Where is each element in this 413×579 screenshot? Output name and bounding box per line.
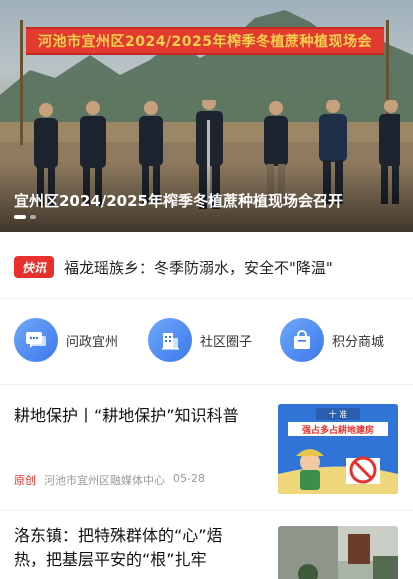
news-flash[interactable]: 快讯 福龙瑶族乡：冬季防溺水，安全不"降温" — [14, 256, 333, 278]
hero-caption[interactable]: 宜州区2024/2025年榨季冬植蔗种植现场会召开 — [14, 190, 343, 211]
hero-carousel[interactable]: 河池市宜州区2024/2025年榨季冬植蔗种植现场会 宜州区2024/2025年… — [0, 0, 413, 232]
shopping-bag-icon — [280, 318, 324, 362]
divider — [0, 510, 413, 511]
event-banner: 河池市宜州区2024/2025年榨季冬植蔗种植现场会 — [26, 27, 384, 55]
thumbnail-caption: 强占多占耕地建房 — [301, 425, 374, 436]
article-meta: 原创 河池市宜州区融媒体中心 05-28 — [14, 472, 205, 488]
thumbnail-header: 十 准 — [328, 409, 348, 419]
quick-link-community[interactable]: 社区圈子 — [148, 318, 252, 362]
carousel-indicators — [14, 215, 36, 219]
original-tag: 原创 — [14, 474, 36, 487]
building-icon — [148, 318, 192, 362]
home-feed: 快讯 福龙瑶族乡：冬季防溺水，安全不"降温" 问政宜州 社区圈子 积分商城 耕地… — [0, 234, 413, 579]
carousel-dot[interactable] — [30, 215, 36, 219]
quick-link-label: 社区圈子 — [200, 334, 253, 350]
news-flash-badge: 快讯 — [14, 256, 54, 278]
carousel-dot-active[interactable] — [14, 215, 26, 219]
news-flash-text[interactable]: 福龙瑶族乡：冬季防溺水，安全不"降温" — [64, 257, 333, 278]
quick-link-wenzheng[interactable]: 问政宜州 — [14, 318, 118, 362]
quick-link-label: 积分商城 — [332, 334, 385, 350]
divider — [0, 384, 413, 385]
quick-links: 问政宜州 社区圈子 积分商城 — [0, 318, 413, 366]
chat-bubble-icon — [14, 318, 58, 362]
village-photo — [278, 526, 398, 579]
quick-link-points-mall[interactable]: 积分商城 — [280, 318, 384, 362]
article-thumbnail[interactable] — [278, 526, 398, 579]
article-thumbnail[interactable]: 强占多占耕地建房 十 准 — [278, 404, 398, 494]
divider — [0, 298, 413, 299]
article-title[interactable]: 耕地保护丨“耕地保护”知识科普 — [14, 404, 254, 428]
article-date: 05-28 — [173, 472, 205, 485]
article-title[interactable]: 洛东镇：把特殊群体的“心”焐热，把基层平安的“根”扎牢 — [14, 524, 254, 572]
event-banner-text: 河池市宜州区2024/2025年榨季冬植蔗种植现场会 — [37, 34, 373, 50]
quick-link-label: 问政宜州 — [66, 334, 119, 350]
article-source: 河池市宜州区融媒体中心 — [44, 474, 165, 487]
